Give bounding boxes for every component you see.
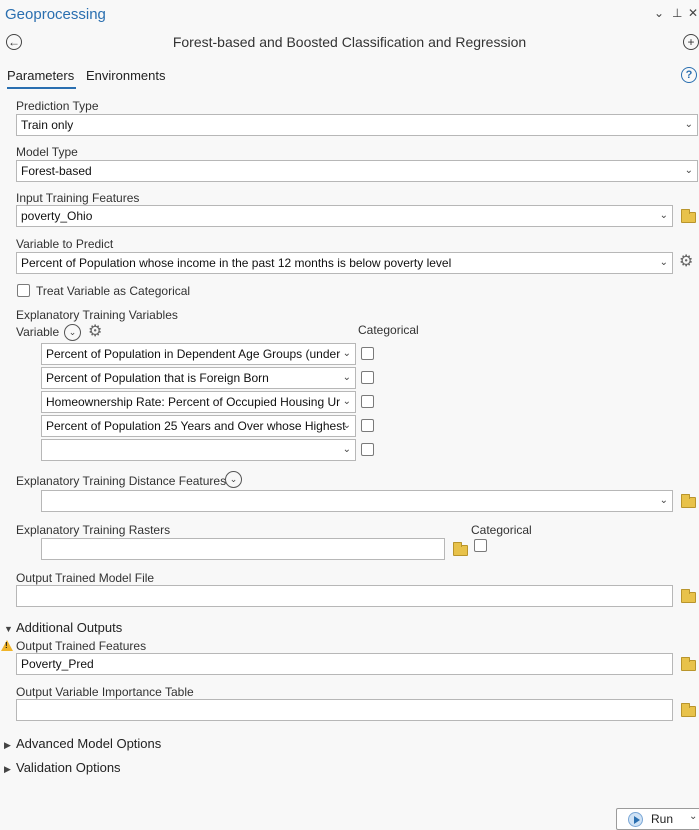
help-icon[interactable]: ? [681, 67, 697, 83]
categorical-checkbox[interactable] [361, 419, 374, 432]
additional-outputs-label: Additional Outputs [16, 620, 123, 635]
chevron-down-icon: ⌄ [342, 372, 351, 383]
chevron-down-icon: ⌄ [342, 396, 351, 407]
input-training-label: Input Training Features [16, 191, 140, 205]
trained-features-label: Output Trained Features [16, 639, 147, 653]
explanatory-var-select[interactable]: Percent of Population that is Foreign Bo… [41, 367, 356, 389]
model-type-select[interactable]: Forest-based ⌄ [16, 160, 698, 182]
tool-title: Forest-based and Boosted Classification … [172, 34, 527, 50]
run-button[interactable]: Run ⌄ [616, 808, 699, 830]
explanatory-var-value: Homeownership Rate: Percent of Occupied … [46, 395, 341, 409]
prediction-type-select[interactable]: Train only ⌄ [16, 114, 698, 136]
chevron-down-icon: ⌄ [659, 257, 668, 268]
advanced-options-label: Advanced Model Options [16, 736, 162, 751]
explanatory-vars-label: Explanatory Training Variables [16, 308, 178, 322]
treat-categorical-label: Treat Variable as Categorical [36, 284, 191, 298]
warning-mark: ! [5, 641, 8, 650]
close-icon[interactable]: ✕ [688, 6, 698, 20]
chevron-down-icon: ⌄ [342, 444, 351, 455]
model-type-label: Model Type [16, 145, 78, 159]
input-training-value: poverty_Ohio [21, 209, 93, 223]
output-model-input[interactable] [16, 585, 673, 607]
trained-features-value: Poverty_Pred [21, 657, 94, 671]
output-model-label: Output Trained Model File [16, 571, 155, 585]
advanced-options-header[interactable]: ▶ Advanced Model Options [4, 736, 161, 751]
variable-column-header: Variable [16, 325, 60, 339]
pane-title: Geoprocessing [5, 6, 106, 23]
active-tab-indicator [7, 87, 76, 89]
gear-icon[interactable]: ⚙ [679, 254, 693, 270]
chevron-down-icon[interactable]: ⌄ [225, 471, 242, 488]
play-icon [628, 812, 643, 827]
categorical-checkbox[interactable] [361, 395, 374, 408]
variable-predict-select[interactable]: Percent of Population whose income in th… [16, 252, 673, 274]
rasters-label: Explanatory Training Rasters [16, 523, 171, 537]
explanatory-var-select[interactable]: Percent of Population in Dependent Age G… [41, 343, 356, 365]
rasters-categorical-header: Categorical [471, 523, 532, 537]
explanatory-var-select[interactable]: Homeownership Rate: Percent of Occupied … [41, 391, 356, 413]
run-label: Run [651, 812, 674, 826]
explanatory-var-value: Percent of Population 25 Years and Over … [46, 419, 346, 433]
validation-options-header[interactable]: ▶ Validation Options [4, 760, 121, 775]
explanatory-var-value: Percent of Population in Dependent Age G… [46, 347, 341, 361]
chevron-down-icon: ⌄ [684, 119, 693, 130]
add-icon[interactable]: + [683, 34, 699, 50]
treat-categorical-checkbox[interactable] [17, 284, 30, 297]
rasters-input[interactable] [41, 538, 445, 560]
folder-icon[interactable] [681, 209, 696, 223]
chevron-down-icon: ⌄ [659, 210, 668, 221]
tab-environments[interactable]: Environments [86, 68, 165, 83]
categorical-checkbox[interactable] [361, 371, 374, 384]
folder-icon[interactable] [681, 657, 696, 671]
prediction-type-label: Prediction Type [16, 99, 99, 113]
chevron-down-icon: ⌄ [342, 420, 351, 431]
explanatory-var-select[interactable]: ⌄ [41, 439, 356, 461]
folder-icon[interactable] [681, 703, 696, 717]
chevron-down-icon[interactable]: ⌄ [64, 324, 81, 341]
chevron-down-icon: ⌄ [342, 348, 351, 359]
pin-icon[interactable]: ⊥ [672, 6, 682, 20]
explanatory-var-select[interactable]: Percent of Population 25 Years and Over … [41, 415, 356, 437]
pane-menu-icon[interactable]: ⌄ [654, 6, 664, 20]
gear-icon[interactable]: ⚙ [88, 324, 102, 340]
variable-predict-label: Variable to Predict [16, 237, 114, 251]
variable-predict-value: Percent of Population whose income in th… [21, 256, 452, 270]
distance-features-select[interactable]: ⌄ [41, 490, 673, 512]
chevron-down-icon: ⌄ [659, 495, 668, 506]
folder-icon[interactable] [453, 542, 468, 556]
chevron-down-icon[interactable]: ⌄ [689, 811, 697, 822]
categorical-checkbox[interactable] [361, 347, 374, 360]
categorical-checkbox[interactable] [361, 443, 374, 456]
tab-parameters[interactable]: Parameters [7, 68, 74, 83]
importance-table-label: Output Variable Importance Table [16, 685, 194, 699]
importance-table-input[interactable] [16, 699, 673, 721]
folder-icon[interactable] [681, 494, 696, 508]
prediction-type-value: Train only [21, 118, 74, 132]
chevron-down-icon: ▼ [4, 624, 13, 634]
trained-features-input[interactable]: Poverty_Pred [16, 653, 673, 675]
rasters-categorical-checkbox[interactable] [474, 539, 487, 552]
chevron-right-icon: ▶ [4, 764, 11, 774]
explanatory-var-value: Percent of Population that is Foreign Bo… [46, 371, 269, 385]
categorical-column-header: Categorical [358, 323, 419, 337]
additional-outputs-header[interactable]: ▼ Additional Outputs [4, 620, 122, 635]
distance-features-label: Explanatory Training Distance Features [16, 474, 227, 488]
model-type-value: Forest-based [21, 164, 92, 178]
chevron-down-icon: ⌄ [684, 165, 693, 176]
folder-icon[interactable] [681, 589, 696, 603]
input-training-select[interactable]: poverty_Ohio ⌄ [16, 205, 673, 227]
chevron-right-icon: ▶ [4, 740, 11, 750]
validation-options-label: Validation Options [16, 760, 121, 775]
